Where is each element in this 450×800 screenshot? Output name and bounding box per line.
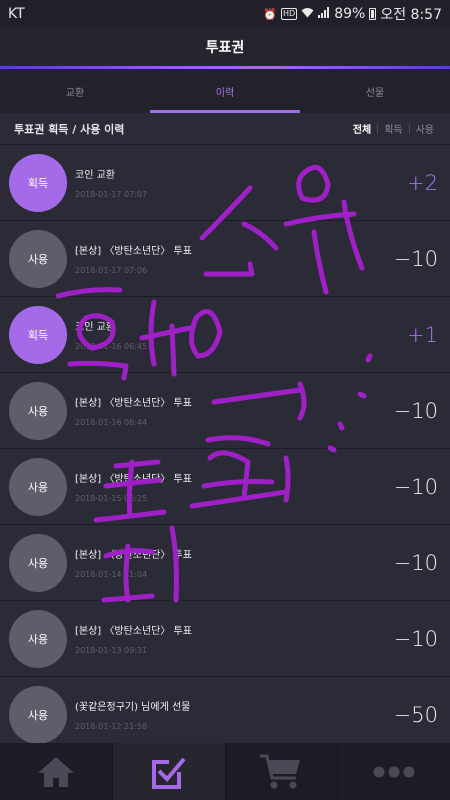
clock: 오전 8:57 [380, 7, 442, 23]
row-date: 2018-01-15 06:25 [75, 494, 148, 503]
row-title: [본상] 〈방탄소년단〉 투표 [75, 626, 192, 637]
history-row[interactable]: 사용 [본상] 〈방탄소년단〉 투표 2018-01-14 11:04 −10 [0, 525, 450, 601]
status-bar: KT ⏰ HD 89% 오전 8:57 [0, 0, 450, 28]
row-info: [본상] 〈방탄소년단〉 투표 2018-01-15 06:25 [75, 470, 394, 503]
history-row[interactable]: 사용 [본상] 〈방탄소년단〉 투표 2018-01-16 06:44 −10 [0, 373, 450, 449]
row-date: 2018-01-17 07:07 [75, 190, 148, 199]
use-badge: 사용 [9, 381, 67, 440]
use-badge: 사용 [9, 229, 67, 288]
history-header: 투표권 획득 / 사용 이력 전체 획득 사용 [0, 113, 450, 145]
bottom-nav [0, 743, 450, 800]
use-badge: 사용 [9, 685, 67, 743]
filter-all[interactable]: 전체 [347, 121, 377, 136]
more-icon [373, 766, 415, 777]
row-title: [본상] 〈방탄소년단〉 투표 [75, 398, 192, 409]
nav-more[interactable] [338, 743, 450, 800]
signal-icon [318, 7, 330, 21]
history-row[interactable]: 획득 코인 교환 2018-01-17 07:07 +2 [0, 145, 450, 221]
history-filters: 전체 획득 사용 [347, 121, 440, 136]
tab-label: 선물 [365, 87, 385, 99]
app-screen: { "status_bar": { "carrier": "KT", "batt… [0, 0, 450, 800]
tab-bar: 교환 이력 선물 [0, 69, 450, 113]
history-row[interactable]: 사용 [본상] 〈방탄소년단〉 투표 2018-01-13 09:31 −10 [0, 601, 450, 677]
history-row[interactable]: 사용 (꽃같은정구기) 님에게 선물 2018-01-12 21:58 −50 [0, 677, 450, 743]
tab-exchange[interactable]: 교환 [0, 69, 150, 113]
history-title: 투표권 획득 / 사용 이력 [14, 122, 125, 136]
use-badge: 사용 [9, 609, 67, 668]
row-info: [본상] 〈방탄소년단〉 투표 2018-01-17 07:06 [75, 242, 394, 275]
hd-icon: HD [281, 8, 298, 20]
wifi-icon [301, 7, 314, 21]
row-amount: −10 [393, 550, 438, 575]
row-date: 2018-01-14 11:04 [75, 570, 148, 579]
tab-gift[interactable]: 선물 [300, 69, 450, 113]
battery-percent: 89% [334, 6, 366, 22]
battery-icon [369, 8, 377, 20]
row-date: 2018-01-13 09:31 [75, 646, 148, 655]
row-info: 코인 교환 2018-01-17 07:07 [75, 166, 407, 199]
cart-icon [260, 754, 301, 788]
nav-vote[interactable] [112, 743, 226, 800]
tab-history[interactable]: 이력 [150, 69, 300, 113]
row-amount: −50 [393, 702, 438, 727]
history-row[interactable]: 획득 코인 교환 2018-01-16 06:45 +1 [0, 297, 450, 373]
use-badge: 사용 [9, 457, 67, 516]
row-date: 2018-01-16 06:44 [75, 418, 148, 427]
row-title: (꽃같은정구기) 님에게 선물 [75, 702, 191, 713]
row-amount: −10 [393, 474, 438, 499]
history-row[interactable]: 사용 [본상] 〈방탄소년단〉 투표 2018-01-17 07:06 −10 [0, 221, 450, 297]
row-title: [본상] 〈방탄소년단〉 투표 [75, 474, 192, 485]
vote-check-icon [151, 757, 186, 789]
row-amount: −10 [393, 246, 438, 271]
row-title: 코인 교환 [75, 322, 115, 333]
row-amount: −10 [393, 398, 438, 423]
filter-use[interactable]: 사용 [410, 121, 440, 136]
carrier-label: KT [8, 6, 25, 22]
row-date: 2018-01-12 21:58 [75, 722, 148, 731]
row-date: 2018-01-16 06:45 [75, 342, 148, 351]
home-icon [37, 756, 74, 787]
gain-badge: 획득 [9, 153, 67, 212]
app-header: 투표권 [0, 28, 450, 66]
history-row[interactable]: 사용 [본상] 〈방탄소년단〉 투표 2018-01-15 06:25 −10 [0, 449, 450, 525]
row-title: [본상] 〈방탄소년단〉 투표 [75, 246, 192, 257]
row-title: 코인 교환 [75, 170, 115, 181]
row-amount: −10 [393, 626, 438, 651]
status-icons: ⏰ HD 89% 오전 8:57 [263, 4, 442, 24]
use-badge: 사용 [9, 533, 67, 592]
row-info: [본상] 〈방탄소년단〉 투표 2018-01-13 09:31 [75, 622, 394, 655]
gain-badge: 획득 [9, 305, 67, 364]
row-info: [본상] 〈방탄소년단〉 투표 2018-01-16 06:44 [75, 394, 394, 427]
nav-cart[interactable] [226, 743, 339, 800]
row-info: (꽃같은정구기) 님에게 선물 2018-01-12 21:58 [75, 698, 394, 731]
row-amount: +1 [407, 322, 438, 347]
row-info: [본상] 〈방탄소년단〉 투표 2018-01-14 11:04 [75, 546, 394, 579]
row-info: 코인 교환 2018-01-16 06:45 [75, 318, 407, 351]
row-amount: +2 [407, 170, 438, 195]
filter-gain[interactable]: 획득 [378, 121, 408, 136]
tab-label: 교환 [65, 87, 85, 99]
row-date: 2018-01-17 07:06 [75, 266, 148, 275]
tab-label: 이력 [215, 87, 235, 99]
row-title: [본상] 〈방탄소년단〉 투표 [75, 550, 192, 561]
nav-home[interactable] [0, 743, 113, 800]
history-list: 획득 코인 교환 2018-01-17 07:07 +2 사용 [본상] 〈방탄… [0, 145, 450, 743]
page-title: 투표권 [205, 40, 245, 56]
alarm-icon: ⏰ [263, 7, 278, 21]
